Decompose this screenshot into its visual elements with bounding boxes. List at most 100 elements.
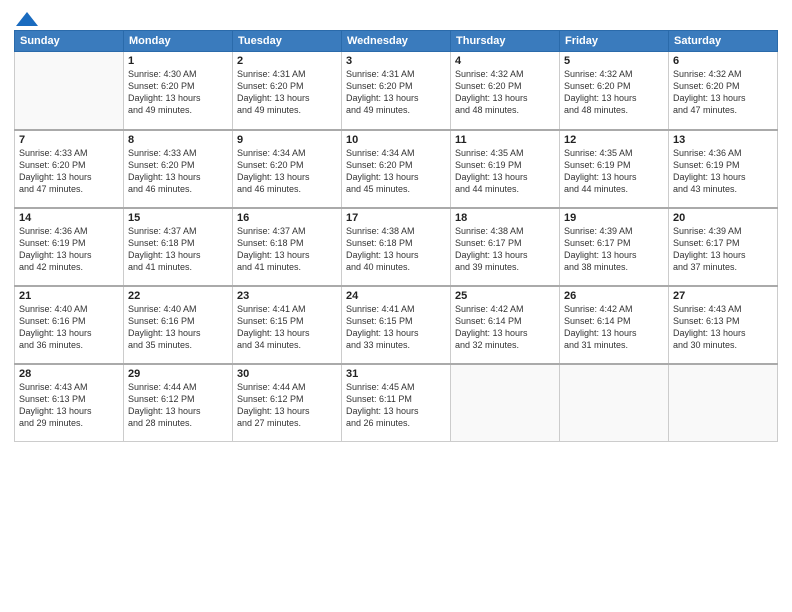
weekday-header: Monday: [124, 31, 233, 52]
logo: [14, 10, 38, 24]
logo-icon: [16, 10, 38, 28]
calendar-week-row: 28Sunrise: 4:43 AM Sunset: 6:13 PM Dayli…: [15, 364, 778, 442]
calendar-cell: 13Sunrise: 4:36 AM Sunset: 6:19 PM Dayli…: [669, 130, 778, 208]
calendar-cell: 23Sunrise: 4:41 AM Sunset: 6:15 PM Dayli…: [233, 286, 342, 364]
calendar-cell: [669, 364, 778, 442]
day-number: 10: [346, 134, 446, 146]
calendar-cell: 24Sunrise: 4:41 AM Sunset: 6:15 PM Dayli…: [342, 286, 451, 364]
weekday-header: Tuesday: [233, 31, 342, 52]
weekday-header-row: SundayMondayTuesdayWednesdayThursdayFrid…: [15, 31, 778, 52]
calendar-cell: 2Sunrise: 4:31 AM Sunset: 6:20 PM Daylig…: [233, 52, 342, 130]
day-number: 3: [346, 55, 446, 67]
day-number: 28: [19, 368, 119, 380]
calendar-cell: 14Sunrise: 4:36 AM Sunset: 6:19 PM Dayli…: [15, 208, 124, 286]
day-number: 17: [346, 212, 446, 224]
calendar-page: SundayMondayTuesdayWednesdayThursdayFrid…: [0, 0, 792, 612]
calendar-cell: 10Sunrise: 4:34 AM Sunset: 6:20 PM Dayli…: [342, 130, 451, 208]
calendar-week-row: 7Sunrise: 4:33 AM Sunset: 6:20 PM Daylig…: [15, 130, 778, 208]
day-info: Sunrise: 4:32 AM Sunset: 6:20 PM Dayligh…: [455, 68, 555, 117]
day-info: Sunrise: 4:44 AM Sunset: 6:12 PM Dayligh…: [128, 381, 228, 430]
day-info: Sunrise: 4:35 AM Sunset: 6:19 PM Dayligh…: [455, 147, 555, 196]
day-info: Sunrise: 4:41 AM Sunset: 6:15 PM Dayligh…: [237, 303, 337, 352]
calendar-cell: 1Sunrise: 4:30 AM Sunset: 6:20 PM Daylig…: [124, 52, 233, 130]
calendar-cell: 6Sunrise: 4:32 AM Sunset: 6:20 PM Daylig…: [669, 52, 778, 130]
day-number: 31: [346, 368, 446, 380]
calendar-cell: 3Sunrise: 4:31 AM Sunset: 6:20 PM Daylig…: [342, 52, 451, 130]
day-info: Sunrise: 4:35 AM Sunset: 6:19 PM Dayligh…: [564, 147, 664, 196]
day-number: 23: [237, 290, 337, 302]
day-info: Sunrise: 4:38 AM Sunset: 6:17 PM Dayligh…: [455, 225, 555, 274]
calendar-cell: 15Sunrise: 4:37 AM Sunset: 6:18 PM Dayli…: [124, 208, 233, 286]
day-info: Sunrise: 4:43 AM Sunset: 6:13 PM Dayligh…: [673, 303, 773, 352]
calendar-cell: 4Sunrise: 4:32 AM Sunset: 6:20 PM Daylig…: [451, 52, 560, 130]
day-number: 6: [673, 55, 773, 67]
calendar-cell: 22Sunrise: 4:40 AM Sunset: 6:16 PM Dayli…: [124, 286, 233, 364]
calendar-cell: 28Sunrise: 4:43 AM Sunset: 6:13 PM Dayli…: [15, 364, 124, 442]
day-info: Sunrise: 4:34 AM Sunset: 6:20 PM Dayligh…: [237, 147, 337, 196]
day-number: 18: [455, 212, 555, 224]
calendar-week-row: 21Sunrise: 4:40 AM Sunset: 6:16 PM Dayli…: [15, 286, 778, 364]
day-info: Sunrise: 4:38 AM Sunset: 6:18 PM Dayligh…: [346, 225, 446, 274]
calendar-cell: 9Sunrise: 4:34 AM Sunset: 6:20 PM Daylig…: [233, 130, 342, 208]
calendar-week-row: 1Sunrise: 4:30 AM Sunset: 6:20 PM Daylig…: [15, 52, 778, 130]
header: [14, 10, 778, 24]
day-number: 27: [673, 290, 773, 302]
weekday-header: Thursday: [451, 31, 560, 52]
day-number: 26: [564, 290, 664, 302]
day-number: 29: [128, 368, 228, 380]
calendar-cell: 8Sunrise: 4:33 AM Sunset: 6:20 PM Daylig…: [124, 130, 233, 208]
day-info: Sunrise: 4:30 AM Sunset: 6:20 PM Dayligh…: [128, 68, 228, 117]
calendar-cell: 25Sunrise: 4:42 AM Sunset: 6:14 PM Dayli…: [451, 286, 560, 364]
day-info: Sunrise: 4:39 AM Sunset: 6:17 PM Dayligh…: [564, 225, 664, 274]
day-info: Sunrise: 4:40 AM Sunset: 6:16 PM Dayligh…: [128, 303, 228, 352]
day-number: 1: [128, 55, 228, 67]
weekday-header: Sunday: [15, 31, 124, 52]
calendar-cell: 19Sunrise: 4:39 AM Sunset: 6:17 PM Dayli…: [560, 208, 669, 286]
day-number: 9: [237, 134, 337, 146]
day-info: Sunrise: 4:44 AM Sunset: 6:12 PM Dayligh…: [237, 381, 337, 430]
calendar-cell: 5Sunrise: 4:32 AM Sunset: 6:20 PM Daylig…: [560, 52, 669, 130]
day-number: 22: [128, 290, 228, 302]
calendar-cell: 30Sunrise: 4:44 AM Sunset: 6:12 PM Dayli…: [233, 364, 342, 442]
day-info: Sunrise: 4:31 AM Sunset: 6:20 PM Dayligh…: [346, 68, 446, 117]
calendar-cell: 7Sunrise: 4:33 AM Sunset: 6:20 PM Daylig…: [15, 130, 124, 208]
calendar-cell: [451, 364, 560, 442]
calendar-cell: 20Sunrise: 4:39 AM Sunset: 6:17 PM Dayli…: [669, 208, 778, 286]
weekday-header: Wednesday: [342, 31, 451, 52]
day-number: 8: [128, 134, 228, 146]
calendar-table: SundayMondayTuesdayWednesdayThursdayFrid…: [14, 30, 778, 442]
calendar-cell: [560, 364, 669, 442]
day-info: Sunrise: 4:32 AM Sunset: 6:20 PM Dayligh…: [673, 68, 773, 117]
day-info: Sunrise: 4:33 AM Sunset: 6:20 PM Dayligh…: [19, 147, 119, 196]
day-number: 2: [237, 55, 337, 67]
calendar-week-row: 14Sunrise: 4:36 AM Sunset: 6:19 PM Dayli…: [15, 208, 778, 286]
weekday-header: Saturday: [669, 31, 778, 52]
day-info: Sunrise: 4:34 AM Sunset: 6:20 PM Dayligh…: [346, 147, 446, 196]
day-number: 20: [673, 212, 773, 224]
calendar-cell: 18Sunrise: 4:38 AM Sunset: 6:17 PM Dayli…: [451, 208, 560, 286]
weekday-header: Friday: [560, 31, 669, 52]
calendar-cell: 17Sunrise: 4:38 AM Sunset: 6:18 PM Dayli…: [342, 208, 451, 286]
calendar-cell: 16Sunrise: 4:37 AM Sunset: 6:18 PM Dayli…: [233, 208, 342, 286]
day-info: Sunrise: 4:33 AM Sunset: 6:20 PM Dayligh…: [128, 147, 228, 196]
day-info: Sunrise: 4:43 AM Sunset: 6:13 PM Dayligh…: [19, 381, 119, 430]
day-number: 13: [673, 134, 773, 146]
day-number: 5: [564, 55, 664, 67]
calendar-cell: 27Sunrise: 4:43 AM Sunset: 6:13 PM Dayli…: [669, 286, 778, 364]
calendar-cell: 26Sunrise: 4:42 AM Sunset: 6:14 PM Dayli…: [560, 286, 669, 364]
day-number: 16: [237, 212, 337, 224]
day-info: Sunrise: 4:41 AM Sunset: 6:15 PM Dayligh…: [346, 303, 446, 352]
day-info: Sunrise: 4:36 AM Sunset: 6:19 PM Dayligh…: [673, 147, 773, 196]
day-number: 4: [455, 55, 555, 67]
calendar-cell: 11Sunrise: 4:35 AM Sunset: 6:19 PM Dayli…: [451, 130, 560, 208]
day-info: Sunrise: 4:36 AM Sunset: 6:19 PM Dayligh…: [19, 225, 119, 274]
calendar-cell: [15, 52, 124, 130]
day-number: 19: [564, 212, 664, 224]
day-number: 15: [128, 212, 228, 224]
day-number: 25: [455, 290, 555, 302]
day-info: Sunrise: 4:32 AM Sunset: 6:20 PM Dayligh…: [564, 68, 664, 117]
day-info: Sunrise: 4:31 AM Sunset: 6:20 PM Dayligh…: [237, 68, 337, 117]
day-info: Sunrise: 4:37 AM Sunset: 6:18 PM Dayligh…: [237, 225, 337, 274]
day-info: Sunrise: 4:42 AM Sunset: 6:14 PM Dayligh…: [564, 303, 664, 352]
day-info: Sunrise: 4:42 AM Sunset: 6:14 PM Dayligh…: [455, 303, 555, 352]
